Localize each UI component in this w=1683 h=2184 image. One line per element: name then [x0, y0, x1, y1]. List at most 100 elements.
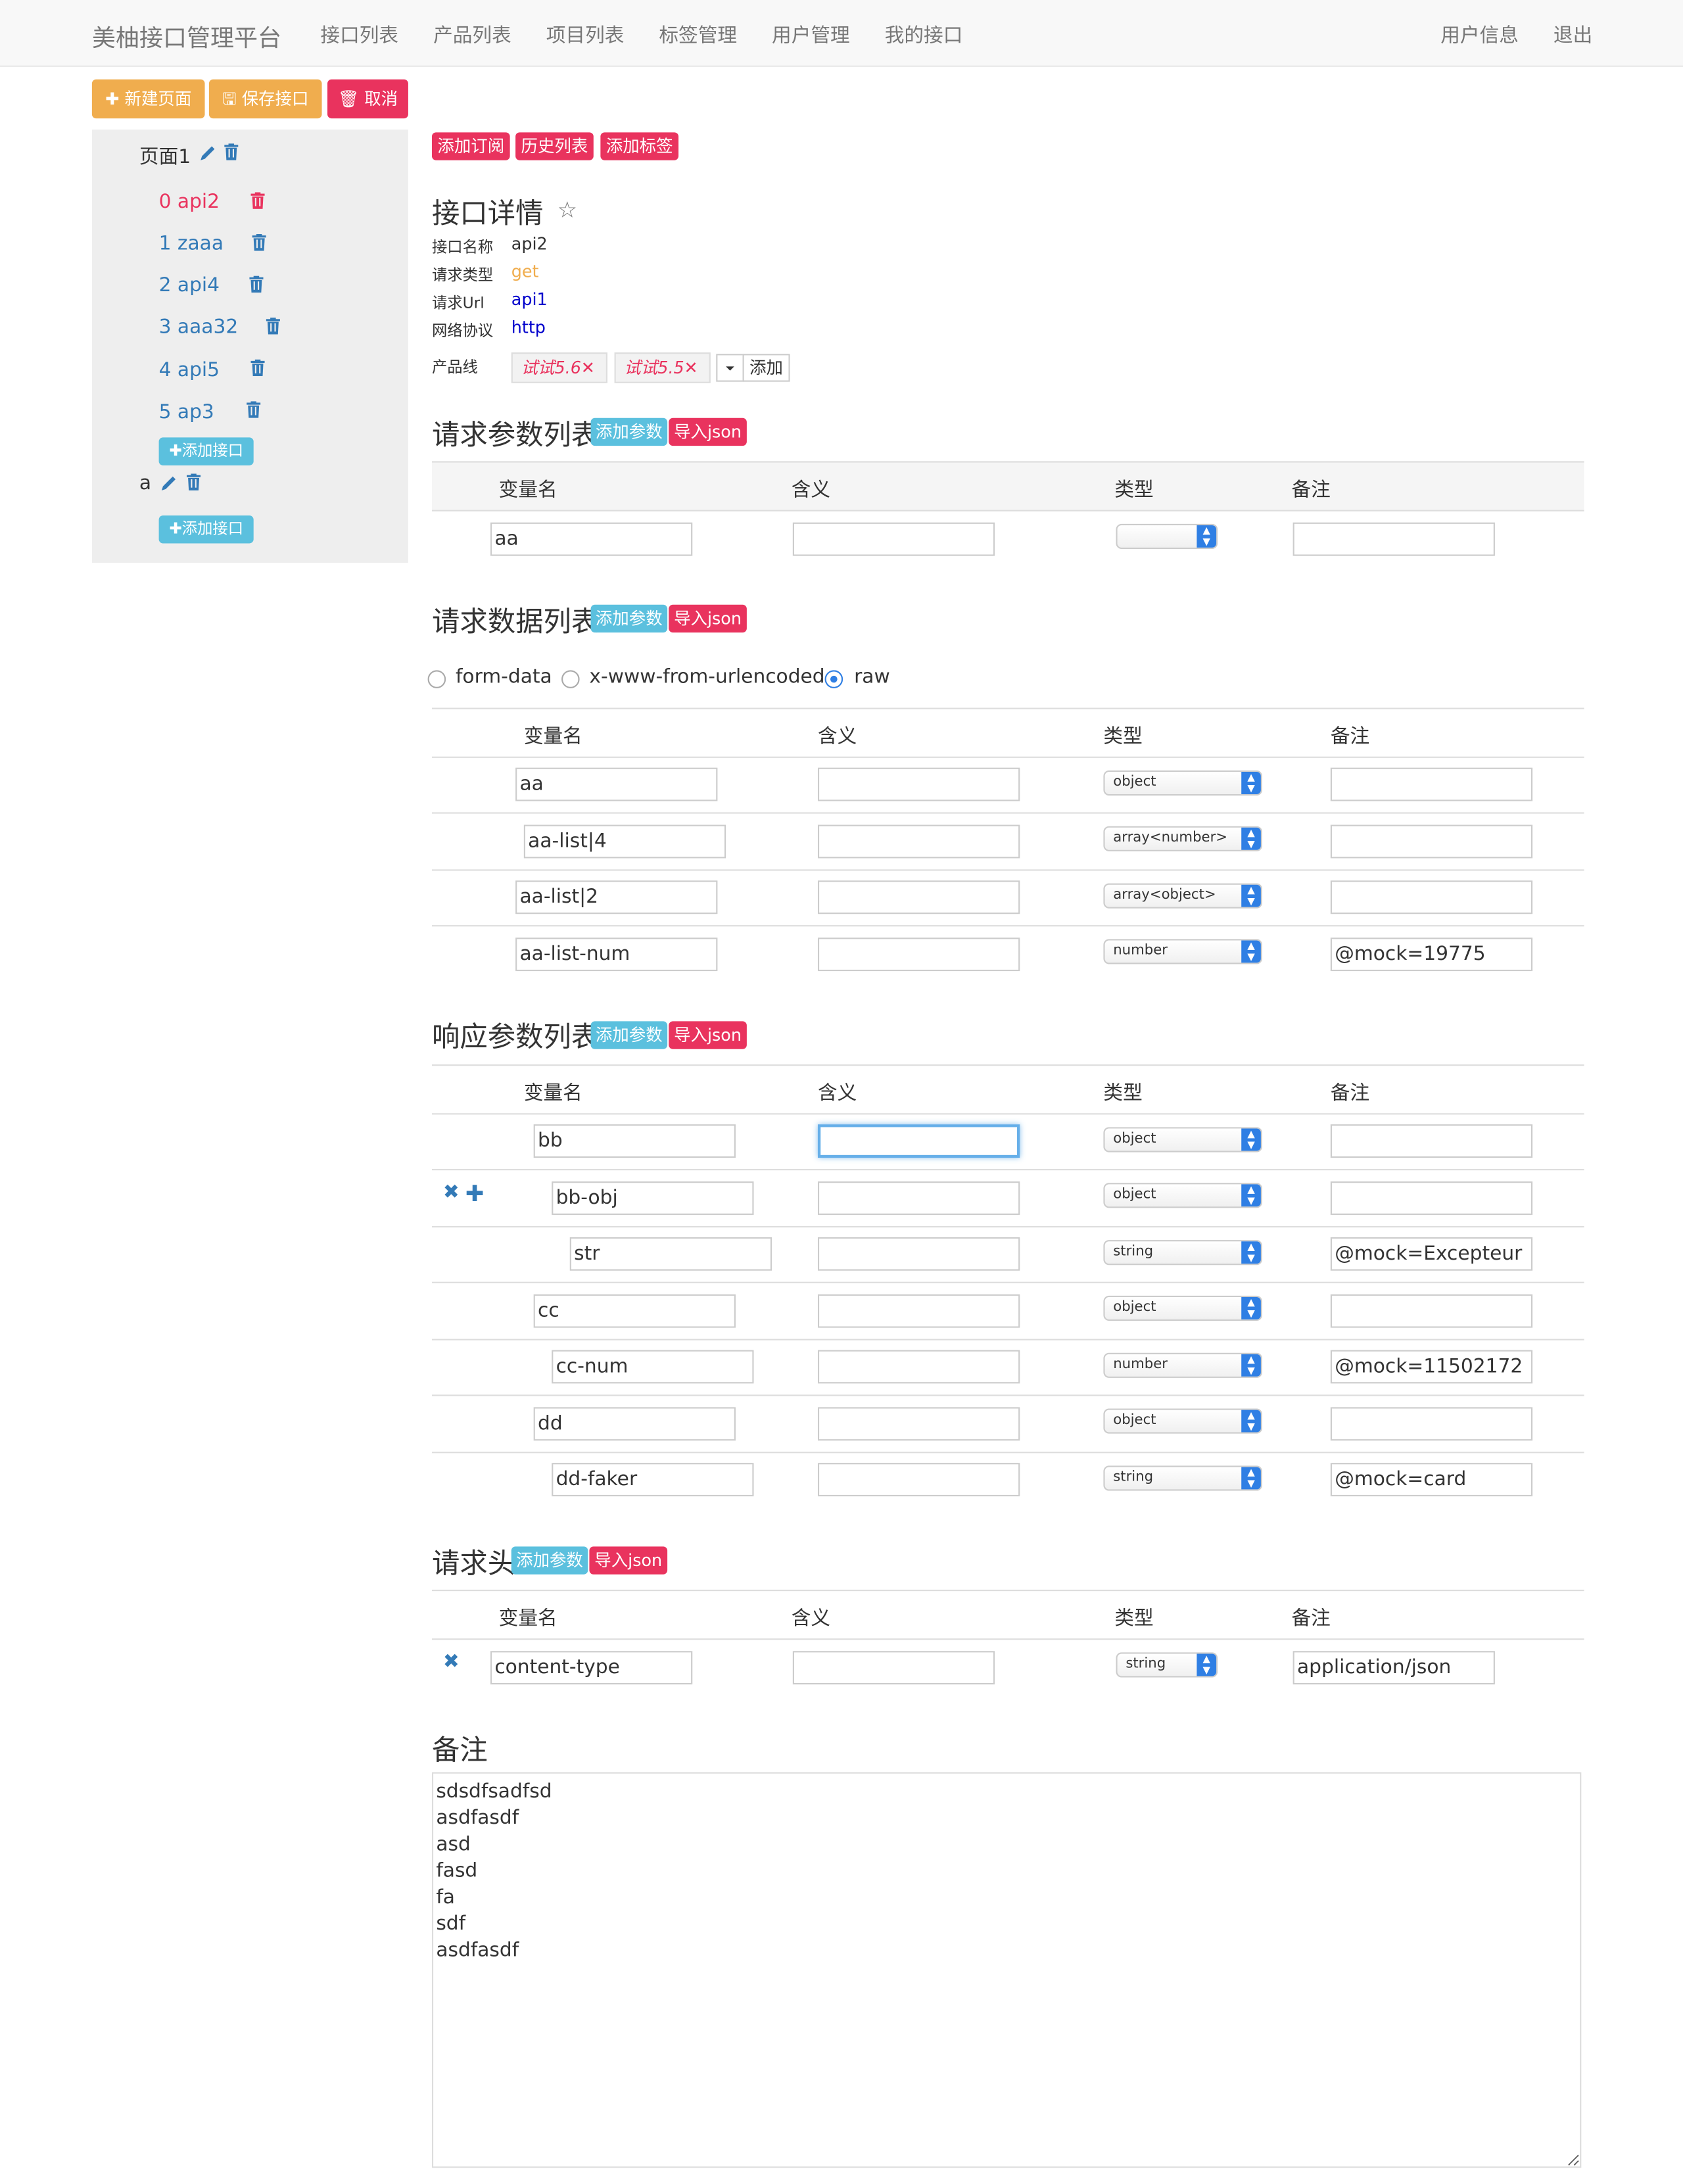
data-type-select[interactable]: array<number> ▲ ▼	[1103, 826, 1263, 851]
response-note-input[interactable]: @mock=11502172	[1330, 1350, 1533, 1384]
urlencoded-radio[interactable]	[561, 670, 580, 688]
import-json-button[interactable]: 导入json	[669, 417, 747, 446]
data-meaning-input[interactable]	[817, 824, 1020, 859]
trash-icon[interactable]	[266, 318, 280, 335]
param-note-input[interactable]	[1292, 522, 1495, 556]
trash-icon[interactable]	[249, 275, 264, 293]
header-meaning-input[interactable]	[792, 1651, 995, 1685]
form-data-label[interactable]: form-data	[456, 666, 552, 688]
sidebar-api-item[interactable]: 4 api5	[159, 360, 220, 382]
response-meaning-input[interactable]	[817, 1463, 1020, 1497]
data-note-input[interactable]	[1330, 880, 1533, 914]
data-name-input[interactable]: aa-list|2	[515, 880, 718, 914]
trash-icon[interactable]	[247, 401, 261, 418]
star-icon[interactable]: ☆	[557, 197, 577, 223]
notes-textarea[interactable]: sdsdfsadfsd asdfasdf asd fasd fa sdf asd…	[431, 1772, 1582, 2168]
response-name-input[interactable]: dd	[533, 1407, 736, 1441]
data-meaning-input[interactable]	[817, 880, 1020, 914]
data-type-select[interactable]: object ▲ ▼	[1103, 770, 1263, 796]
response-note-input[interactable]	[1330, 1294, 1533, 1328]
response-note-input[interactable]: @mock=Excepteur	[1330, 1237, 1533, 1271]
data-meaning-input[interactable]	[817, 938, 1020, 972]
trash-icon[interactable]	[250, 359, 265, 377]
response-type-select[interactable]: object ▲ ▼	[1103, 1183, 1263, 1208]
param-meaning-input[interactable]	[792, 522, 995, 556]
trash-icon[interactable]	[252, 234, 266, 251]
data-meaning-input[interactable]	[817, 767, 1020, 801]
param-type-select[interactable]: ▲ ▼	[1116, 523, 1218, 549]
nav-tag-management[interactable]: 标签管理	[659, 21, 737, 49]
close-icon[interactable]: ✕	[684, 354, 698, 381]
nav-product-list[interactable]: 产品列表	[433, 21, 511, 49]
urlencoded-label[interactable]: x-www-from-urlencoded	[589, 666, 824, 688]
data-type-select[interactable]: array<object> ▲ ▼	[1103, 883, 1263, 909]
history-list-button[interactable]: 历史列表	[515, 132, 594, 160]
response-note-input[interactable]	[1330, 1407, 1533, 1441]
sidebar-api-item[interactable]: 3 aaa32	[159, 316, 239, 339]
add-param-button[interactable]: 添加参数	[590, 1021, 668, 1049]
response-name-input[interactable]: dd-faker	[552, 1463, 754, 1497]
add-param-button[interactable]: 添加参数	[590, 417, 668, 446]
trash-icon[interactable]	[186, 473, 201, 490]
response-type-select[interactable]: string ▲ ▼	[1103, 1240, 1263, 1266]
trash-icon[interactable]	[250, 192, 265, 209]
nav-my-apis[interactable]: 我的接口	[885, 21, 963, 49]
pencil-icon[interactable]	[160, 474, 179, 492]
new-page-button[interactable]: ✚ 新建页面	[91, 79, 205, 119]
sidebar-api-item[interactable]: 0 api2	[159, 191, 220, 213]
response-type-select[interactable]: number ▲ ▼	[1103, 1352, 1263, 1378]
response-name-input[interactable]: cc	[533, 1294, 736, 1328]
sidebar-api-item[interactable]: 5 ap3	[159, 401, 214, 423]
remove-icon[interactable]: ✖	[443, 1181, 460, 1204]
nav-project-list[interactable]: 项目列表	[546, 21, 625, 49]
response-meaning-input[interactable]	[817, 1237, 1020, 1271]
response-type-select[interactable]: string ▲ ▼	[1103, 1465, 1263, 1491]
response-meaning-input[interactable]	[817, 1124, 1020, 1158]
response-meaning-input[interactable]	[817, 1294, 1020, 1328]
raw-radio[interactable]	[824, 670, 843, 688]
data-note-input[interactable]	[1330, 824, 1533, 859]
nav-user-info[interactable]: 用户信息	[1440, 21, 1519, 49]
response-meaning-input[interactable]	[817, 1181, 1020, 1215]
add-api-button[interactable]: ✚添加接口	[158, 437, 254, 465]
header-note-input[interactable]: application/json	[1292, 1651, 1495, 1685]
page-name[interactable]: 页面1	[139, 142, 191, 170]
subscribe-button[interactable]: 添加订阅	[431, 132, 510, 160]
response-name-input[interactable]: bb	[533, 1124, 736, 1158]
nav-user-management[interactable]: 用户管理	[772, 21, 850, 49]
add-param-button[interactable]: 添加参数	[590, 604, 668, 633]
form-data-radio[interactable]	[427, 670, 446, 688]
import-json-button[interactable]: 导入json	[589, 1546, 668, 1575]
import-json-button[interactable]: 导入json	[669, 604, 747, 633]
data-type-select[interactable]: number ▲ ▼	[1103, 939, 1263, 964]
add-tag-button[interactable]: 添加标签	[600, 132, 679, 160]
response-name-input[interactable]: cc-num	[552, 1350, 754, 1384]
param-name-input[interactable]: aa	[490, 522, 693, 556]
sidebar-api-item[interactable]: 1 zaaa	[159, 233, 224, 255]
response-note-input[interactable]	[1330, 1181, 1533, 1215]
response-meaning-input[interactable]	[817, 1350, 1020, 1384]
data-name-input[interactable]: aa-list-num	[515, 938, 718, 972]
add-icon[interactable]: ✚	[465, 1180, 484, 1206]
nav-api-list[interactable]: 接口列表	[320, 21, 398, 49]
raw-label[interactable]: raw	[854, 666, 890, 688]
close-icon[interactable]: ✕	[581, 354, 595, 381]
response-note-input[interactable]: @mock=card	[1330, 1463, 1533, 1497]
response-meaning-input[interactable]	[817, 1407, 1020, 1441]
response-name-input[interactable]: bb-obj	[552, 1181, 754, 1215]
add-product-button[interactable]: 添加	[742, 354, 790, 382]
remove-icon[interactable]: ✖	[443, 1651, 460, 1673]
response-type-select[interactable]: object ▲ ▼	[1103, 1408, 1263, 1434]
data-name-input[interactable]: aa	[515, 767, 718, 801]
product-dropdown-button[interactable]	[716, 354, 744, 382]
add-api-button[interactable]: ✚添加接口	[158, 515, 254, 544]
response-note-input[interactable]	[1330, 1124, 1533, 1158]
pencil-icon[interactable]	[199, 143, 218, 162]
response-type-select[interactable]: object ▲ ▼	[1103, 1127, 1263, 1152]
data-note-input[interactable]: @mock=19775	[1330, 938, 1533, 972]
nav-logout[interactable]: 退出	[1553, 21, 1592, 49]
data-note-input[interactable]	[1330, 767, 1533, 801]
page-name[interactable]: a	[139, 472, 151, 494]
data-name-input[interactable]: aa-list|4	[523, 824, 726, 859]
add-param-button[interactable]: 添加参数	[511, 1546, 588, 1575]
